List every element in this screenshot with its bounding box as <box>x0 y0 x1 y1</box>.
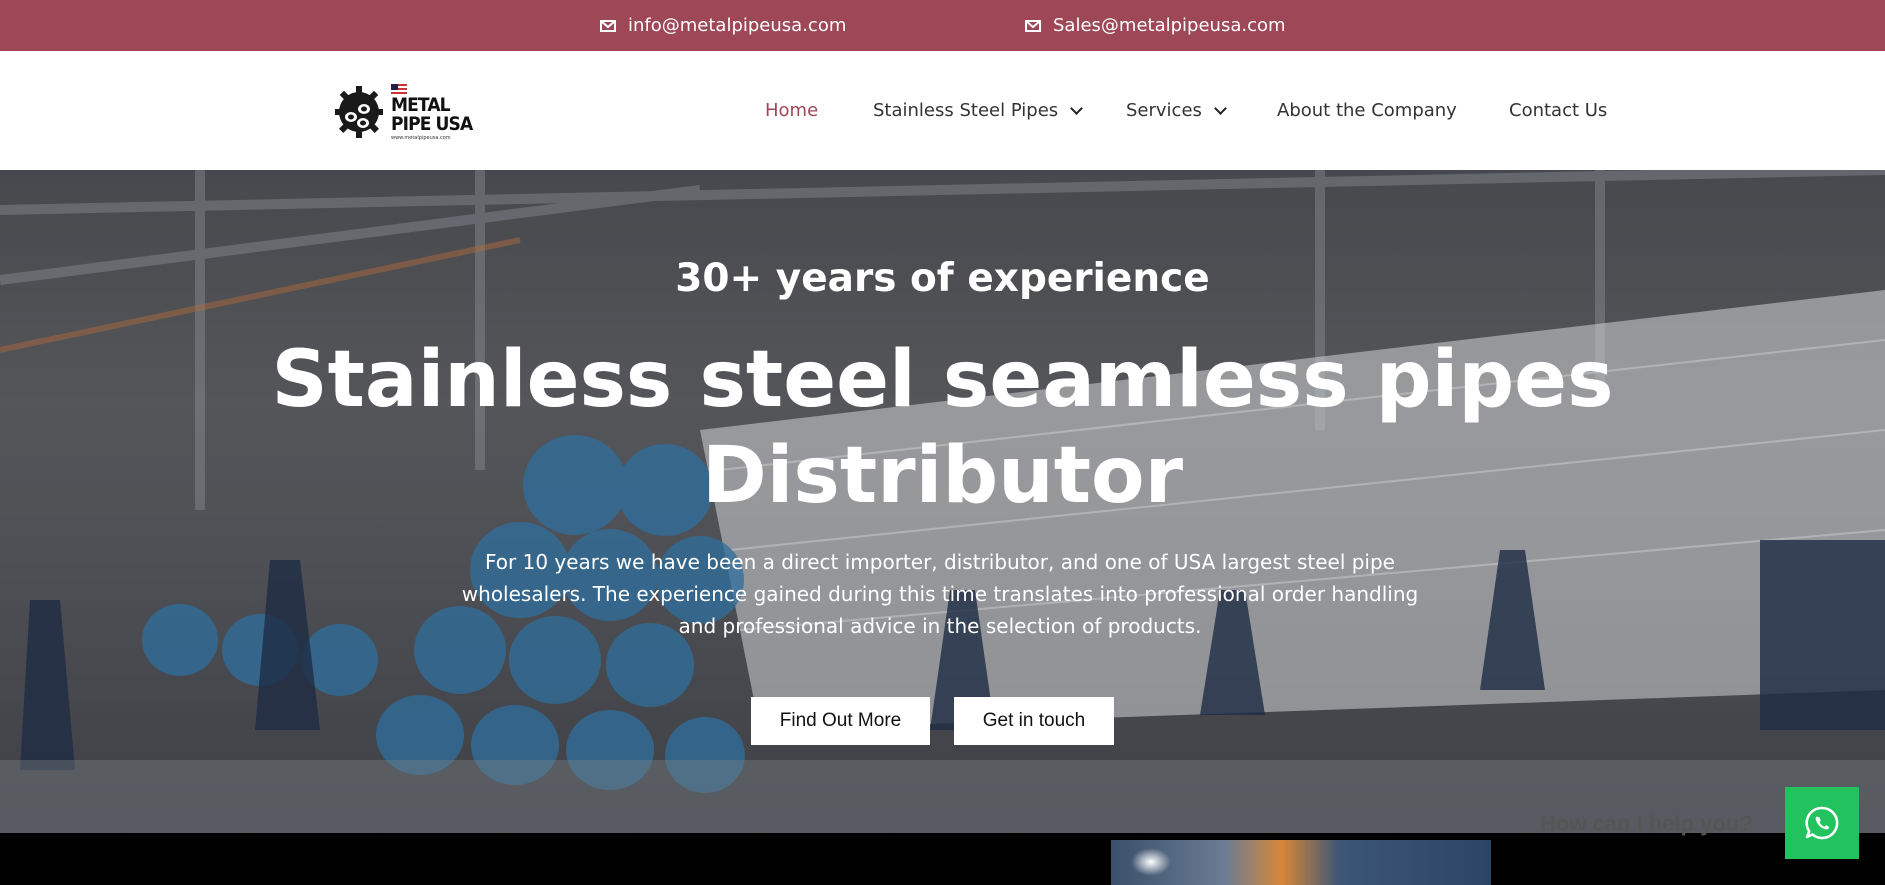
nav-label: Stainless Steel Pipes <box>873 100 1059 121</box>
section-preview-image <box>1111 840 1491 885</box>
hero-subtitle: 30+ years of experience <box>675 256 1210 301</box>
nav-label: Services <box>1126 100 1202 121</box>
logo-line-2: PIPE USA <box>391 112 473 135</box>
get-in-touch-button[interactable]: Get in touch <box>954 697 1114 745</box>
chat-prompt-text: How can I help you? <box>1540 811 1753 836</box>
hero-title-line-1: Stainless steel seamless pipes <box>271 335 1614 425</box>
site-header: METAL PIPE USA www.metalpipeusa.com Home… <box>0 51 1885 170</box>
top-contact-bar: info@metalpipeusa.com Sales@metalpipeusa… <box>0 0 1885 51</box>
email-link-sales[interactable]: Sales@metalpipeusa.com <box>1025 0 1286 51</box>
hero-title-line-2: Distributor <box>701 431 1184 521</box>
nav-item-services[interactable]: Services <box>1126 100 1227 121</box>
envelope-icon <box>1025 19 1041 32</box>
whatsapp-chat-button[interactable] <box>1785 787 1859 859</box>
logo-url: www.metalpipeusa.com <box>391 134 451 141</box>
chevron-down-icon <box>1214 101 1227 115</box>
next-section-strip <box>0 833 1885 885</box>
hero-title: Stainless steel seamless pipes Distribut… <box>0 332 1885 524</box>
nav-item-stainless-steel-pipes[interactable]: Stainless Steel Pipes <box>873 100 1084 121</box>
nav-label: Home <box>765 100 819 121</box>
gear-pipes-logo-icon <box>335 86 383 138</box>
email-text: Sales@metalpipeusa.com <box>1053 15 1286 36</box>
email-text: info@metalpipeusa.com <box>628 15 847 36</box>
hero-section: 30+ years of experience Stainless steel … <box>0 170 1885 833</box>
nav-item-home[interactable]: Home <box>765 100 818 121</box>
nav-item-about[interactable]: About the Company <box>1277 100 1457 121</box>
chevron-down-icon <box>1070 101 1084 115</box>
site-logo[interactable]: METAL PIPE USA www.metalpipeusa.com <box>333 77 483 147</box>
nav-item-contact[interactable]: Contact Us <box>1509 100 1607 121</box>
nav-label: Contact Us <box>1509 100 1608 121</box>
us-flag-icon <box>391 83 407 94</box>
nav-label: About the Company <box>1277 100 1457 121</box>
email-link-info[interactable]: info@metalpipeusa.com <box>600 0 846 51</box>
whatsapp-icon <box>1805 806 1839 840</box>
envelope-icon <box>600 19 616 32</box>
find-out-more-button[interactable]: Find Out More <box>751 697 930 745</box>
hero-description: For 10 years we have been a direct impor… <box>461 550 1419 638</box>
